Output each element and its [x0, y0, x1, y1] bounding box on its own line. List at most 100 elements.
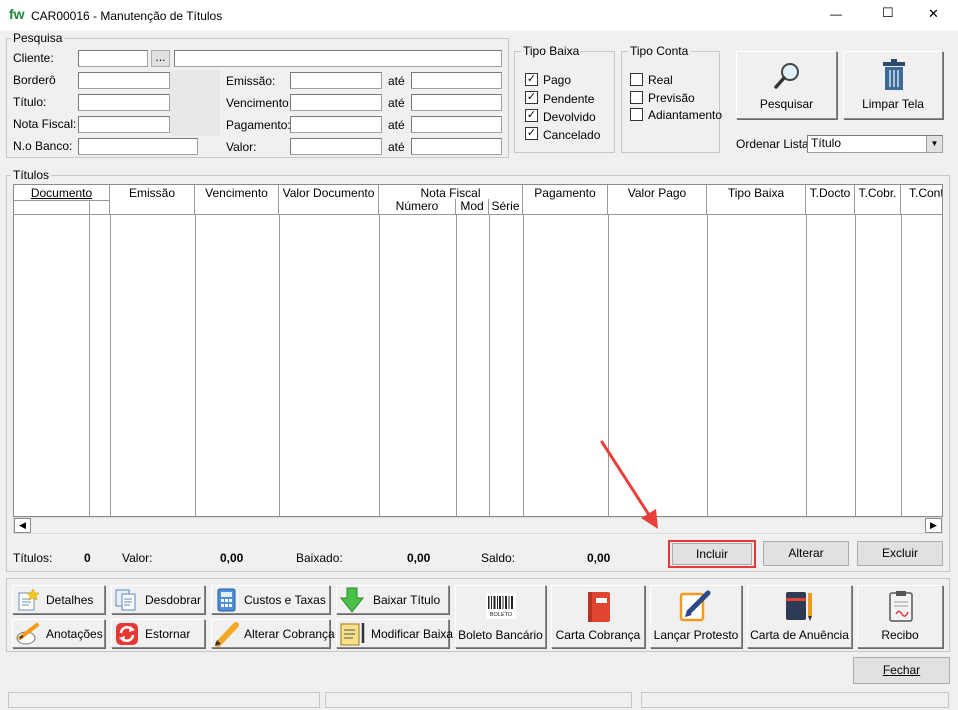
col-t-cont[interactable]: T.Cont: [901, 185, 942, 215]
minimize-button[interactable]: —: [830, 7, 842, 21]
window-title: CAR00016 - Manutenção de Títulos: [31, 9, 223, 23]
edit-document-icon: [679, 590, 711, 622]
emissao-to-input[interactable]: [411, 72, 502, 89]
col-nota-fiscal[interactable]: Nota Fiscal: [379, 185, 523, 200]
limpar-tela-button[interactable]: Limpar Tela: [843, 51, 943, 119]
col-nf-numero[interactable]: Número: [379, 199, 456, 215]
col-nf-serie[interactable]: Série: [489, 199, 523, 215]
col-line: [110, 215, 111, 516]
carta-anuencia-label: Carta de Anuência: [750, 628, 849, 642]
nota-fiscal-input[interactable]: [78, 116, 170, 133]
col-line: [489, 215, 490, 516]
emissao-label: Emissão:: [226, 74, 276, 88]
alterar-cobranca-button[interactable]: Alterar Cobrança: [211, 619, 335, 648]
pesquisar-button[interactable]: Pesquisar: [736, 51, 837, 119]
col-documento-subline: [89, 200, 90, 516]
boleto-bancario-button[interactable]: BOLETO Boleto Bancário: [455, 585, 546, 648]
custos-taxas-button[interactable]: Custos e Taxas: [211, 585, 330, 614]
recibo-button[interactable]: Recibo: [857, 585, 943, 648]
real-checkbox[interactable]: [630, 73, 643, 86]
previsao-checkbox[interactable]: [630, 91, 643, 104]
carta-cobranca-label: Carta Cobrança: [555, 628, 641, 642]
scroll-right-icon[interactable]: ▶: [925, 518, 942, 533]
red-notebook-icon: [588, 592, 610, 622]
scroll-left-icon[interactable]: ◀: [14, 518, 31, 533]
col-tipo-baixa[interactable]: Tipo Baixa: [707, 185, 806, 215]
titulos-count-value: 0: [84, 551, 91, 565]
col-emissao[interactable]: Emissão: [110, 185, 195, 215]
modificar-baixa-button[interactable]: Modificar Baixa: [336, 619, 453, 648]
cliente-label: Cliente:: [13, 51, 54, 65]
devolvido-checkbox[interactable]: ✓: [525, 109, 538, 122]
arrow-down-icon: [339, 587, 365, 613]
pendente-label: Pendente: [543, 92, 595, 106]
incluir-button[interactable]: Incluir: [672, 543, 752, 565]
vencimento-from-input[interactable]: [290, 94, 382, 111]
carta-anuencia-button[interactable]: Carta de Anuência: [747, 585, 852, 648]
app-logo: fw: [9, 6, 25, 22]
cliente-code-input[interactable]: [78, 50, 148, 67]
estornar-button[interactable]: Estornar: [111, 619, 205, 648]
emissao-from-input[interactable]: [290, 72, 382, 89]
pagamento-from-input[interactable]: [290, 116, 382, 133]
grid-hscrollbar[interactable]: ◀ ▶: [13, 517, 943, 534]
cancelado-checkbox[interactable]: ✓: [525, 127, 538, 140]
col-nota-fiscal-label: Nota Fiscal: [420, 186, 481, 200]
anotacoes-button[interactable]: Anotações: [12, 619, 105, 648]
bordero-input[interactable]: [78, 72, 170, 89]
pendente-checkbox[interactable]: ✓: [525, 91, 538, 104]
baixar-titulo-button[interactable]: Baixar Título: [336, 585, 449, 614]
saldo-value: 0,00: [587, 551, 611, 565]
close-button[interactable]: ✕: [928, 7, 939, 21]
emissao-ate-label: até: [388, 74, 405, 88]
fechar-button[interactable]: Fechar: [853, 657, 950, 684]
col-line: [707, 215, 708, 516]
cancelado-label: Cancelado: [543, 128, 601, 142]
col-nf-mod[interactable]: Mod: [456, 199, 489, 215]
valor-to-input[interactable]: [411, 138, 502, 155]
documents-icon: [115, 589, 136, 611]
no-banco-input[interactable]: [78, 138, 198, 155]
pencil-icon: [215, 622, 239, 647]
ordenar-lista-select[interactable]: Título ▼: [807, 135, 943, 153]
desdobrar-button[interactable]: Desdobrar: [111, 585, 205, 614]
titulos-grid[interactable]: Documento Emissão Vencimento Valor Docum…: [13, 184, 943, 517]
titulo-label: Título:: [13, 95, 47, 109]
ordenar-lista-value: Título: [811, 136, 842, 150]
titulo-input[interactable]: [78, 94, 170, 111]
cliente-name-input[interactable]: [174, 50, 502, 67]
maximize-button[interactable]: ☐: [882, 6, 894, 20]
pagamento-to-input[interactable]: [411, 116, 502, 133]
vencimento-to-input[interactable]: [411, 94, 502, 111]
annotation-arrow-icon: [600, 440, 658, 529]
valor-from-input[interactable]: [290, 138, 382, 155]
lancar-protesto-button[interactable]: Lançar Protesto: [650, 585, 742, 648]
excluir-button[interactable]: Excluir: [857, 541, 943, 566]
cliente-lookup-button[interactable]: ...: [151, 50, 170, 67]
col-vencimento[interactable]: Vencimento: [195, 185, 279, 215]
dropdown-arrow-icon[interactable]: ▼: [926, 136, 942, 152]
adiantamento-label: Adiantamento: [648, 108, 723, 122]
valor-total-label: Valor:: [122, 551, 153, 565]
baixado-value: 0,00: [407, 551, 431, 565]
col-valor-pago[interactable]: Valor Pago: [608, 185, 707, 215]
carta-cobranca-button[interactable]: Carta Cobrança: [551, 585, 645, 648]
col-line: [379, 215, 380, 516]
col-t-cobr[interactable]: T.Cobr.: [855, 185, 901, 215]
tipo-conta-title: Tipo Conta: [628, 44, 691, 58]
col-t-docto[interactable]: T.Docto: [806, 185, 855, 215]
no-banco-label: N.o Banco:: [13, 139, 73, 153]
col-valor-documento[interactable]: Valor Documento: [279, 185, 379, 215]
alterar-button[interactable]: Alterar: [763, 541, 849, 566]
col-line: [195, 215, 196, 516]
refresh-icon: [116, 623, 138, 645]
dark-notebook-pencil-icon: [786, 592, 812, 621]
col-pagamento[interactable]: Pagamento: [523, 185, 608, 215]
detalhes-button[interactable]: Detalhes: [12, 585, 105, 614]
modificar-baixa-label: Modificar Baixa: [371, 627, 454, 641]
pago-checkbox[interactable]: ✓: [525, 73, 538, 86]
status-panel-2: [325, 692, 632, 708]
adiantamento-checkbox[interactable]: [630, 108, 643, 121]
grid-header-bottom: [14, 214, 942, 215]
valor-total-value: 0,00: [220, 551, 244, 565]
